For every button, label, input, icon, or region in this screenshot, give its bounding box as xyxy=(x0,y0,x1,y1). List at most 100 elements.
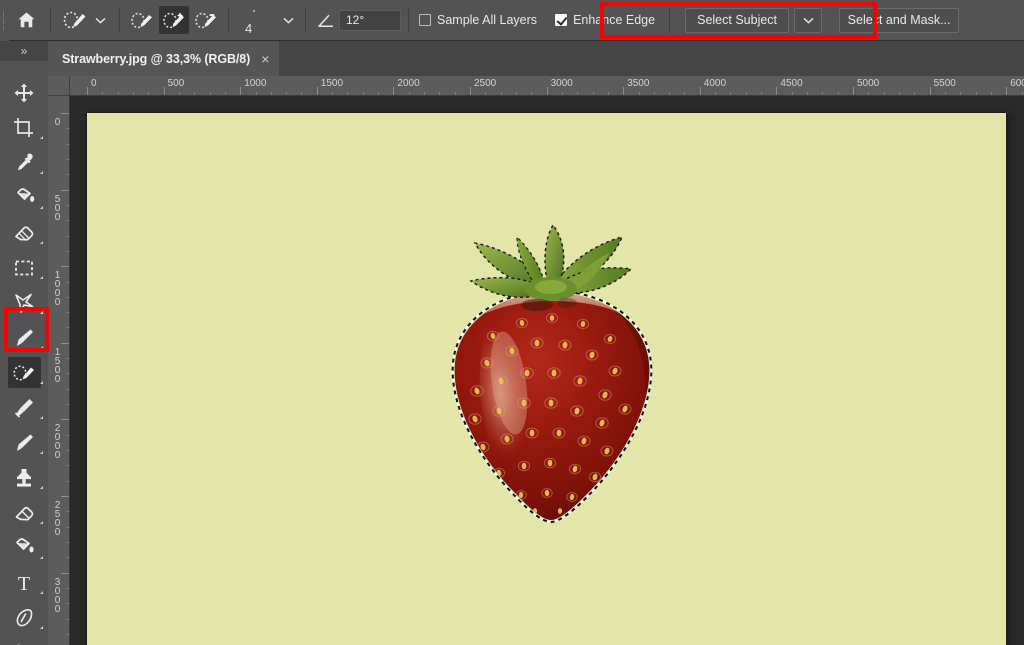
tool-type[interactable]: T xyxy=(0,565,48,600)
tool-preset-picker[interactable] xyxy=(58,7,112,33)
ruler-minor-tick xyxy=(225,92,226,95)
separator-2 xyxy=(119,7,120,33)
brush-size-picker[interactable]: 4 xyxy=(236,3,278,37)
ruler-minor-tick xyxy=(424,92,425,95)
tools-list: T xyxy=(0,61,48,645)
angle-input[interactable]: 12° xyxy=(339,10,401,31)
tool-eyedropper[interactable] xyxy=(0,145,48,180)
tool-brush[interactable] xyxy=(0,425,48,460)
ruler-minor-tick xyxy=(148,92,149,95)
angle-value: 12° xyxy=(346,13,364,27)
close-icon[interactable]: × xyxy=(261,52,269,66)
vertical-ruler[interactable]: 050010001500200025003000 xyxy=(48,96,70,645)
tool-paint-bucket-top[interactable] xyxy=(0,180,48,215)
ruler-label: 2000 xyxy=(52,423,63,459)
eraser-icon xyxy=(13,502,35,524)
home-button[interactable] xyxy=(9,5,43,35)
ruler-label: 4000 xyxy=(704,78,726,89)
select-subject-button[interactable]: Select Subject xyxy=(685,8,789,33)
tool-crop[interactable] xyxy=(0,110,48,145)
selection-mode-add[interactable] xyxy=(159,6,189,34)
select-and-mask-button[interactable]: Select and Mask... xyxy=(839,8,959,33)
tool-healing-brush[interactable] xyxy=(0,390,48,425)
tool-brush-top[interactable] xyxy=(0,320,48,355)
tool-rectangular-marquee[interactable] xyxy=(0,250,48,285)
enhance-edge-checkbox[interactable]: Enhance Edge xyxy=(552,13,658,27)
strawberry-artwork xyxy=(417,223,687,533)
document-tab[interactable]: Strawberry.jpg @ 33,3% (RGB/8) × xyxy=(48,41,279,76)
ruler-minor-tick xyxy=(715,92,716,95)
tool-preset-chevron[interactable] xyxy=(90,7,110,33)
flyout-corner xyxy=(40,521,43,524)
ruler-minor-tick xyxy=(654,92,655,95)
select-subject-options-button[interactable] xyxy=(794,8,822,33)
ruler-major-tick xyxy=(470,87,471,95)
ruler-label: 5000 xyxy=(857,78,879,89)
options-bar: 4 12° Sample All Layers xyxy=(0,0,1024,41)
artboard[interactable] xyxy=(87,113,1006,645)
tool-path-selection[interactable] xyxy=(0,635,48,645)
ruler-major-tick xyxy=(61,496,69,497)
ruler-minor-tick xyxy=(455,92,456,95)
tool-clone-stamp[interactable] xyxy=(0,460,48,495)
flyout-corner xyxy=(40,486,43,489)
ruler-minor-tick xyxy=(66,373,69,374)
flyout-corner xyxy=(40,171,43,174)
ruler-minor-tick xyxy=(194,92,195,95)
chevron-down-icon xyxy=(95,17,106,24)
ruler-minor-tick xyxy=(66,312,69,313)
flyout-corner xyxy=(40,626,43,629)
quick-selection-add-icon xyxy=(162,11,187,30)
ruler-minor-tick xyxy=(66,527,69,528)
lasso-icon xyxy=(13,292,35,314)
tool-lasso[interactable] xyxy=(0,285,48,320)
ruler-label: 1000 xyxy=(244,78,266,89)
tool-eraser[interactable] xyxy=(0,495,48,530)
ruler-label: 6000 xyxy=(1010,78,1024,89)
ruler-minor-tick xyxy=(838,92,839,95)
tool-quick-selection[interactable] xyxy=(0,355,48,390)
tool-eraser-top[interactable] xyxy=(0,215,48,250)
ruler-label: 500 xyxy=(52,194,63,221)
ruler-minor-tick xyxy=(807,92,808,95)
sample-all-layers-checkbox[interactable]: Sample All Layers xyxy=(416,13,540,27)
tools-panel: » xyxy=(0,41,48,645)
ruler-minor-tick xyxy=(66,297,69,298)
ruler-minor-tick xyxy=(363,92,364,95)
ruler-minor-tick xyxy=(761,92,762,95)
strawberry-image[interactable] xyxy=(417,223,687,533)
ruler-minor-tick xyxy=(884,92,885,95)
ruler-major-tick xyxy=(623,87,624,95)
selection-mode-new[interactable] xyxy=(127,6,157,34)
tool-move[interactable] xyxy=(0,75,48,110)
quick-selection-preset-icon[interactable] xyxy=(60,7,90,33)
ruler-major-tick xyxy=(61,266,69,267)
ruler-minor-tick xyxy=(66,159,69,160)
tool-gradient[interactable] xyxy=(0,530,48,565)
canvas-viewport[interactable] xyxy=(70,96,1024,645)
options-bar-grip[interactable] xyxy=(0,0,9,41)
horizontal-ruler[interactable]: 0500100015002000250030003500400045005000… xyxy=(70,76,1024,96)
ruler-major-tick xyxy=(853,87,854,95)
ruler-minor-tick xyxy=(102,92,103,95)
brush-size-chevron[interactable] xyxy=(278,7,298,33)
ruler-label: 2500 xyxy=(474,78,496,89)
svg-text:T: T xyxy=(18,573,30,594)
separator-3 xyxy=(228,7,229,33)
marquee-icon xyxy=(13,257,35,279)
collapse-panel-button[interactable]: » xyxy=(0,41,48,61)
flyout-corner xyxy=(40,136,43,139)
ruler-corner[interactable] xyxy=(48,76,70,96)
selection-mode-subtract[interactable] xyxy=(191,6,221,34)
ruler-label: 0 xyxy=(91,78,97,89)
tool-pen[interactable] xyxy=(0,600,48,635)
ruler-major-tick xyxy=(393,87,394,95)
ruler-minor-tick xyxy=(868,92,869,95)
ruler-minor-tick xyxy=(792,92,793,95)
separator-6 xyxy=(669,7,670,33)
ruler-minor-tick xyxy=(66,205,69,206)
ruler-minor-tick xyxy=(746,92,747,95)
strawberry-calyx xyxy=(471,225,631,301)
ruler-minor-tick xyxy=(577,92,578,95)
selection-mode-group xyxy=(127,6,221,34)
